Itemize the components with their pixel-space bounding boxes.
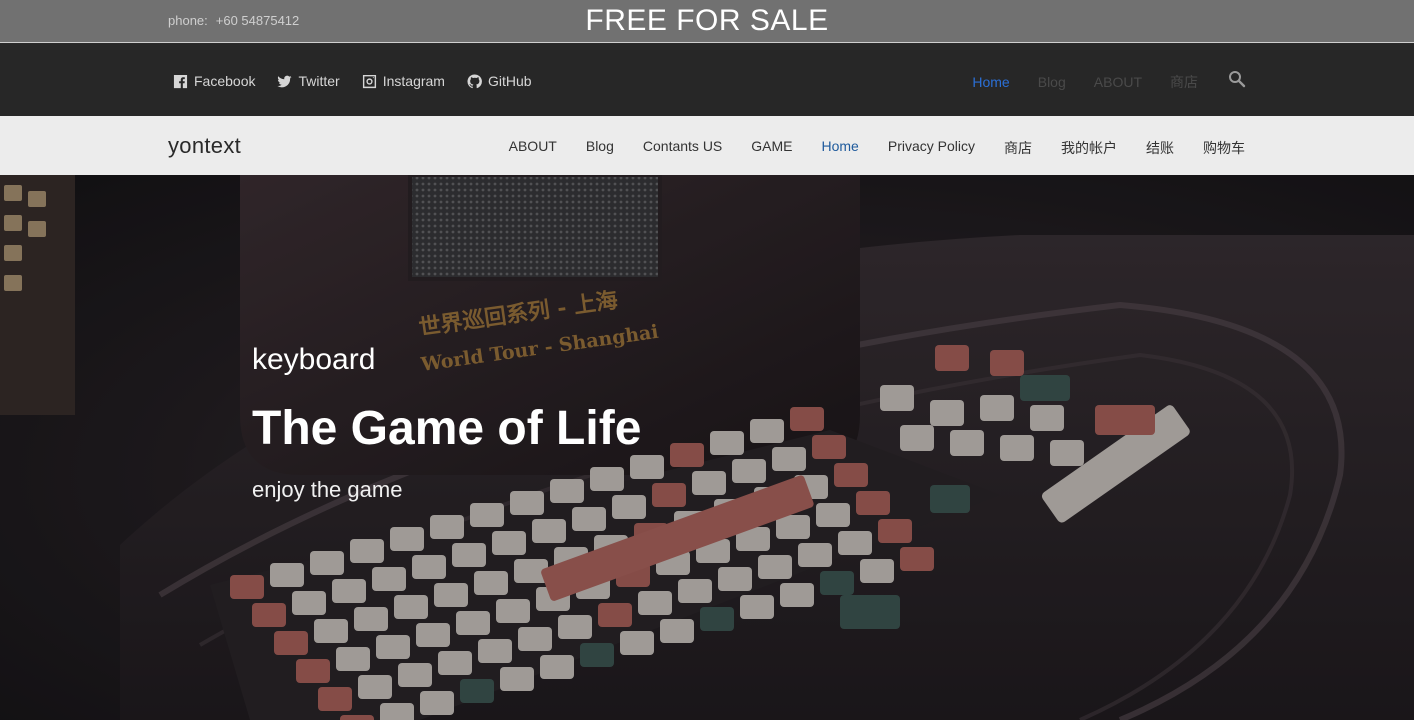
top-banner: phone: +60 54875412 FREE FOR SALE bbox=[0, 0, 1414, 43]
twitter-icon bbox=[277, 75, 293, 87]
sale-banner-text: FREE FOR SALE bbox=[585, 4, 829, 37]
main-nav: yontext ABOUT Blog Contants US GAME Home… bbox=[0, 116, 1414, 175]
site-brand[interactable]: yontext bbox=[168, 133, 241, 159]
menu-item-contact[interactable]: Contants US bbox=[643, 138, 722, 158]
topnav-about[interactable]: ABOUT bbox=[1094, 74, 1142, 90]
github-icon bbox=[467, 73, 482, 88]
facebook-icon bbox=[173, 74, 188, 88]
menu-item-about[interactable]: ABOUT bbox=[509, 138, 557, 158]
facebook-link[interactable]: Facebook bbox=[173, 73, 255, 89]
menu-item-home[interactable]: Home bbox=[822, 138, 859, 158]
menu-item-privacy[interactable]: Privacy Policy bbox=[888, 138, 975, 158]
instagram-link[interactable]: Instagram bbox=[362, 73, 445, 89]
hero-banner: 世界巡回系列 - 上海 World Tour - Shanghai keyboa… bbox=[0, 175, 1414, 720]
social-bar: Facebook Twitter Instagram GitHub Home B… bbox=[0, 44, 1414, 116]
menu-item-blog[interactable]: Blog bbox=[586, 138, 614, 158]
menu-item-shop[interactable]: 商店 bbox=[1004, 138, 1032, 158]
github-label: GitHub bbox=[487, 73, 532, 89]
github-link[interactable]: GitHub bbox=[467, 73, 532, 89]
facebook-label: Facebook bbox=[194, 73, 256, 89]
hero-overlay bbox=[0, 175, 1414, 720]
instagram-label: Instagram bbox=[382, 73, 445, 89]
primary-menu: ABOUT Blog Contants US GAME Home Privacy… bbox=[509, 138, 1245, 158]
search-icon[interactable] bbox=[1228, 70, 1246, 88]
topnav-shop[interactable]: 商店 bbox=[1170, 72, 1198, 92]
menu-item-checkout[interactable]: 结账 bbox=[1146, 138, 1174, 158]
hero-tagline: enjoy the game bbox=[252, 477, 403, 502]
menu-item-cart[interactable]: 购物车 bbox=[1203, 138, 1245, 158]
topnav-home[interactable]: Home bbox=[972, 74, 1009, 90]
topnav-blog[interactable]: Blog bbox=[1038, 74, 1066, 90]
hero-title: The Game of Life bbox=[252, 402, 642, 455]
social-links: Facebook Twitter Instagram GitHub bbox=[173, 73, 532, 89]
twitter-label: Twitter bbox=[298, 73, 340, 89]
instagram-icon bbox=[362, 74, 376, 88]
twitter-link[interactable]: Twitter bbox=[277, 73, 340, 89]
secondary-nav: Home Blog ABOUT 商店 bbox=[944, 70, 1246, 92]
menu-item-game[interactable]: GAME bbox=[751, 138, 792, 158]
hero-subtitle: keyboard bbox=[252, 343, 376, 376]
menu-item-account[interactable]: 我的帐户 bbox=[1061, 138, 1117, 158]
